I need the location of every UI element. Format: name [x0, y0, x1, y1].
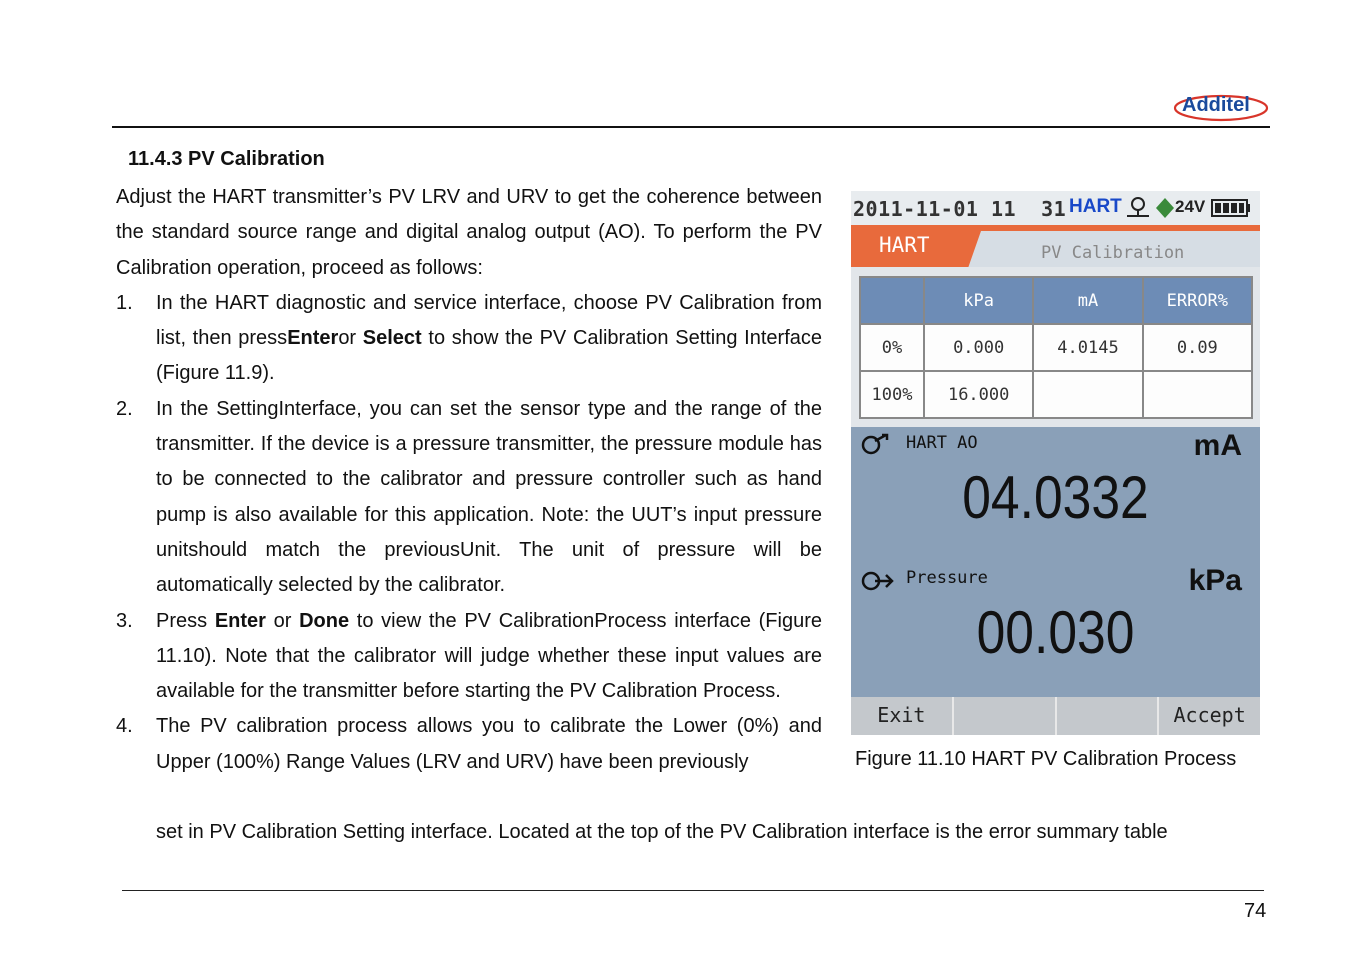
table-header-cell: ERROR%: [1141, 276, 1254, 325]
table-header-cell: mA: [1032, 276, 1144, 325]
accept-softkey[interactable]: Accept: [1157, 697, 1260, 735]
pressure-title: Pressure: [906, 568, 988, 588]
softkey-2[interactable]: [951, 697, 1055, 735]
section-title: 11.4.3 PV Calibration: [128, 148, 325, 170]
hart-ao-value: 04.0332: [962, 464, 1149, 531]
step-4: 4. The PV calibration process allows you…: [116, 709, 822, 780]
step-number: 4.: [116, 715, 133, 738]
table-header-row: kPa mA ERROR%: [859, 276, 1254, 325]
steps-list: 1. In the HART diagnostic and service in…: [116, 286, 822, 780]
table-cell: 0%: [859, 323, 925, 372]
table-cell: [1032, 370, 1144, 419]
table-cell: 16.000: [922, 370, 1035, 419]
table-cell: 0.000: [922, 323, 1035, 372]
softkey-3[interactable]: [1054, 697, 1158, 735]
calibrator-screen-figure: 2011-11-01 11 31 HART 24V HART PV Calibr…: [851, 191, 1260, 735]
hart-connector-icon: [1127, 197, 1149, 217]
step-text: or: [338, 327, 363, 350]
table-row: 0% 0.000 4.0145 0.09: [859, 323, 1254, 372]
page-number: 74: [1244, 900, 1267, 922]
step-text: The PV calibration process allows you to…: [156, 715, 822, 773]
figure-caption: Figure 11.10 HART PV Calibration Process: [855, 748, 1237, 770]
battery-icon: [1211, 199, 1250, 217]
softkey-bar: Exit Accept: [851, 697, 1260, 735]
step-key: Select: [362, 327, 422, 350]
step-2: 2. In the SettingInterface, you can set …: [116, 392, 822, 604]
footer-rule: [122, 890, 1264, 891]
logo-text: Additel: [1182, 94, 1250, 116]
step-key: Enter: [214, 609, 266, 632]
table-cell: [1141, 370, 1254, 419]
pressure-panel: Pressure kPa 00.030: [851, 562, 1260, 697]
step-number: 3.: [116, 609, 133, 632]
step-key: Enter: [287, 327, 339, 350]
additel-logo-icon: Additel: [1173, 94, 1269, 122]
pressure-unit: kPa: [1188, 564, 1242, 597]
step-3: 3. Press Enter or Done to view the PV Ca…: [116, 604, 822, 710]
company-logo: Additel: [1172, 88, 1270, 124]
table-header-cell: [859, 276, 925, 325]
hart-ao-title: HART AO: [906, 433, 978, 453]
step-number: 2.: [116, 397, 133, 420]
step-1: 1. In the HART diagnostic and service in…: [116, 286, 822, 392]
step-4-continuation: set in PV Calibration Setting interface.…: [156, 821, 1168, 843]
status-voltage: 24V: [1175, 197, 1206, 216]
step-text: In the SettingInterface, you can set the…: [156, 397, 822, 597]
step-number: 1.: [116, 291, 133, 314]
table-cell: 0.09: [1141, 323, 1254, 372]
table-row: 100% 16.000: [859, 370, 1254, 419]
status-hart-label: HART: [1069, 196, 1122, 217]
status-datetime: 2011-11-01 11 31: [853, 197, 1067, 221]
loop-power-icon: [1156, 198, 1174, 218]
tab-hart: HART: [879, 233, 930, 257]
exit-softkey[interactable]: Exit: [851, 697, 952, 735]
hart-ao-unit: mA: [1193, 429, 1242, 462]
hart-ao-panel: HART AO mA 04.0332: [851, 427, 1260, 562]
table-header-cell: kPa: [922, 276, 1035, 325]
error-summary-table: kPa mA ERROR% 0% 0.000 4.0145 0.09 100% …: [859, 276, 1254, 419]
tab-pv-calibration-label: PV Calibration: [1041, 243, 1185, 263]
table-cell: 100%: [859, 370, 925, 419]
step-text: Press: [156, 609, 215, 632]
step-key: Done: [299, 609, 350, 632]
pressure-value: 00.030: [976, 599, 1135, 666]
intro-paragraph: Adjust the HART transmitter’s PV LRV and…: [116, 186, 822, 279]
header-rule: [112, 126, 1270, 128]
step-text: or: [265, 609, 300, 632]
hart-ao-icon: [861, 433, 889, 455]
table-cell: 4.0145: [1032, 323, 1144, 372]
body-text: Adjust the HART transmitter’s PV LRV and…: [116, 180, 822, 780]
pressure-input-icon: [861, 571, 894, 591]
